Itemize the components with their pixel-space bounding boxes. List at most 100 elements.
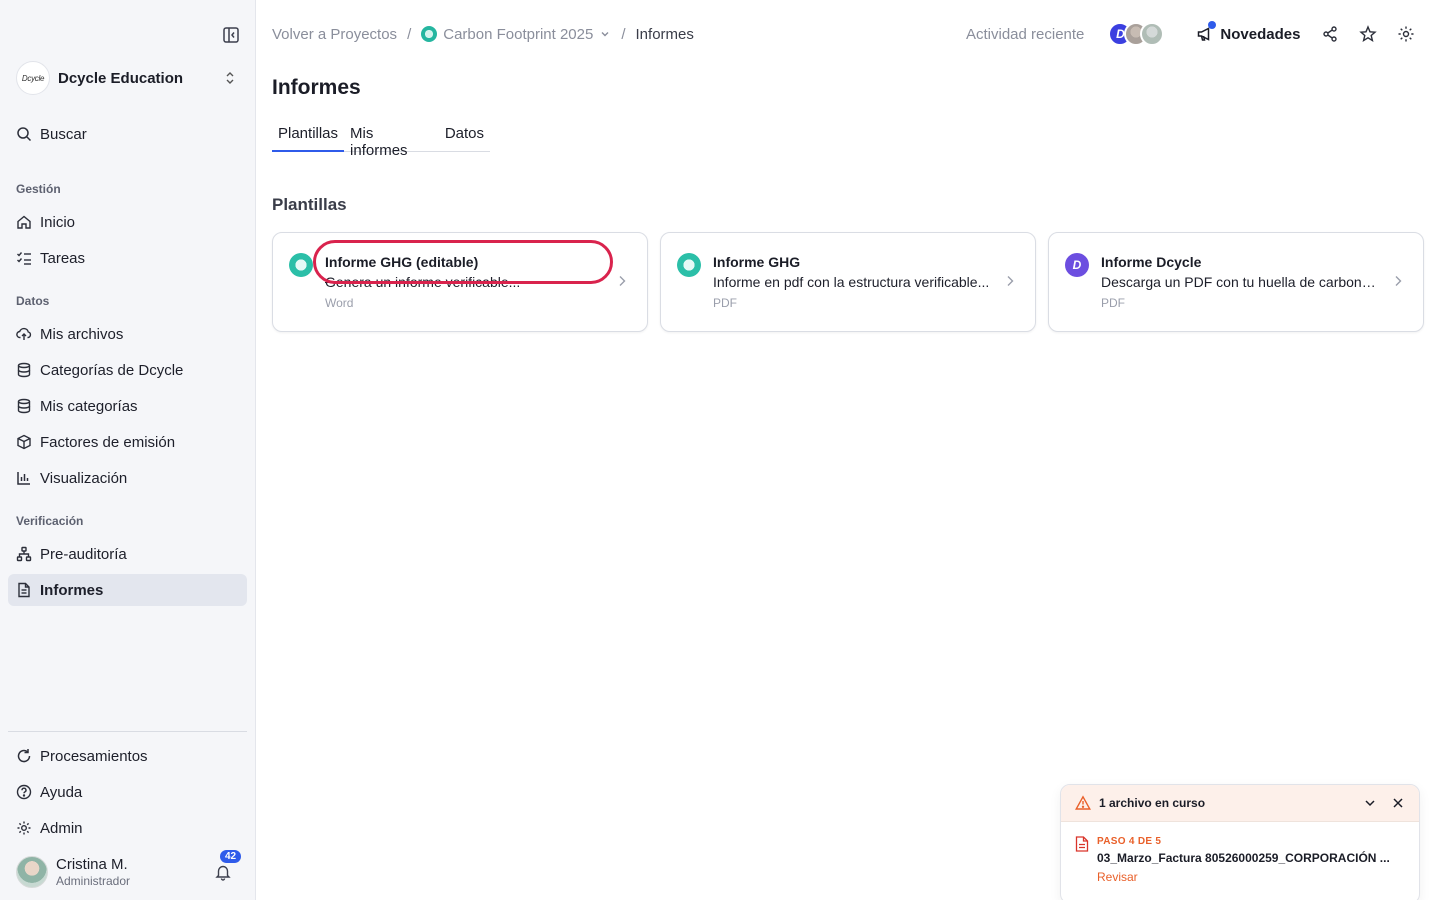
section-title: Plantillas xyxy=(272,195,347,214)
cube-icon xyxy=(17,434,31,450)
org-switcher[interactable]: Dcycle Dcycle Education xyxy=(16,60,244,96)
warning-icon xyxy=(1075,795,1091,810)
pdf-file-icon xyxy=(1075,836,1089,852)
dcycle-logo-icon: D xyxy=(1065,253,1089,277)
avatar xyxy=(1140,22,1165,46)
ghg-icon xyxy=(289,253,313,277)
sidebar-item-inicio[interactable]: Inicio xyxy=(8,206,247,238)
home-icon xyxy=(17,215,31,229)
sidebar-item-informes[interactable]: Informes xyxy=(8,574,247,606)
collapse-sidebar-icon[interactable] xyxy=(222,26,240,44)
chevron-down-icon[interactable] xyxy=(599,28,611,40)
sidebar-item-categorias-dcycle[interactable]: Categorías de Dcycle xyxy=(8,354,247,386)
file-name: 03_Marzo_Factura 80526000259_CORPORACIÓN… xyxy=(1097,851,1390,865)
sidebar-item-search[interactable]: Buscar xyxy=(8,118,247,150)
chevron-right-icon xyxy=(1395,276,1402,286)
avatar xyxy=(16,856,48,888)
chevron-up-down-icon xyxy=(226,72,234,84)
news-button[interactable]: Novedades xyxy=(1196,21,1301,43)
toast-title: 1 archivo en curso xyxy=(1099,796,1206,810)
sidebar-item-label: Ayuda xyxy=(40,783,83,801)
sidebar-item-factores[interactable]: Factores de emisión xyxy=(8,426,247,458)
recent-activity-link[interactable]: Actividad reciente xyxy=(966,26,1084,43)
annotation-highlight xyxy=(313,240,613,284)
sidebar-item-visualizacion[interactable]: Visualización xyxy=(8,462,247,494)
breadcrumb-back-link[interactable]: Volver a Proyectos xyxy=(272,26,397,43)
toast-header: 1 archivo en curso xyxy=(1061,785,1419,822)
sidebar-item-mis-archivos[interactable]: Mis archivos xyxy=(8,318,247,350)
bar-chart-icon xyxy=(17,472,30,485)
toast-body: PASO 4 DE 5 03_Marzo_Factura 80526000259… xyxy=(1061,822,1419,900)
sidebar-item-label: Factores de emisión xyxy=(40,433,176,451)
sidebar-item-label: Informes xyxy=(40,581,104,599)
close-icon[interactable] xyxy=(1391,796,1405,810)
collaborator-avatars[interactable]: D xyxy=(1108,22,1165,46)
sidebar-item-preauditoria[interactable]: Pre-auditoría xyxy=(8,538,247,570)
card-type: PDF xyxy=(713,296,737,310)
sidebar-item-label: Admin xyxy=(40,819,83,837)
section-label-verificacion: Verificación xyxy=(16,514,84,528)
notifications-button[interactable]: 42 xyxy=(214,850,242,881)
search-icon xyxy=(17,127,32,142)
topbar-actions: Actividad reciente D Novedades xyxy=(966,20,1300,48)
tab-plantillas[interactable]: Plantillas xyxy=(272,122,345,152)
user-name: Cristina M. xyxy=(56,856,128,873)
tabs: Plantillas Mis informes Datos xyxy=(272,122,490,159)
news-label: Novedades xyxy=(1220,25,1301,43)
sidebar-item-label: Buscar xyxy=(40,125,87,143)
section-label-gestion: Gestión xyxy=(16,182,61,196)
sidebar-item-tareas[interactable]: Tareas xyxy=(8,242,247,274)
sidebar-item-label: Inicio xyxy=(40,213,76,231)
page-title: Informes xyxy=(272,76,361,99)
breadcrumb-separator: / xyxy=(407,25,412,43)
ghg-icon xyxy=(677,253,701,277)
notification-count-badge: 42 xyxy=(220,850,242,863)
tab-datos[interactable]: Datos xyxy=(439,122,490,152)
cloud-upload-icon xyxy=(16,327,32,340)
sidebar-item-ayuda[interactable]: Ayuda xyxy=(8,776,247,808)
chevron-down-icon[interactable] xyxy=(1363,796,1377,810)
user-role: Administrador xyxy=(56,874,131,888)
breadcrumb-current: Informes xyxy=(635,25,694,43)
project-icon xyxy=(421,26,438,42)
processing-step: PASO 4 DE 5 xyxy=(1097,836,1162,847)
org-name: Dcycle Education xyxy=(58,69,184,87)
document-icon xyxy=(18,582,30,598)
sidebar-item-procesamientos[interactable]: Procesamientos xyxy=(8,740,247,772)
star-icon[interactable] xyxy=(1359,25,1377,43)
breadcrumb-separator: / xyxy=(621,25,626,43)
card-title: Informe GHG xyxy=(713,254,801,270)
upload-progress-toast: 1 archivo en curso PASO 4 DE 5 03_Marzo_… xyxy=(1060,784,1420,900)
user-profile[interactable]: Cristina M. Administrador 42 xyxy=(16,850,244,889)
task-list-icon xyxy=(17,252,31,265)
card-description: Informe en pdf con la estructura verific… xyxy=(713,274,990,290)
card-type: PDF xyxy=(1101,296,1125,310)
sidebar-item-admin[interactable]: Admin xyxy=(8,812,247,844)
card-description: Descarga un PDF con tu huella de carbono… xyxy=(1101,274,1381,290)
chevron-right-icon xyxy=(1007,276,1014,286)
sidebar-item-label: Visualización xyxy=(40,469,128,487)
database-icon xyxy=(17,398,31,414)
breadcrumb-project[interactable]: Carbon Footprint 2025 xyxy=(443,26,593,43)
sidebar-item-mis-categorias[interactable]: Mis categorías xyxy=(8,390,247,422)
sidebar: Dcycle Dcycle Education Buscar Gestión I… xyxy=(0,0,256,900)
review-link[interactable]: Revisar xyxy=(1097,870,1138,884)
chevron-right-icon xyxy=(619,276,626,286)
settings-gear-icon[interactable] xyxy=(1397,25,1415,43)
template-card-dcycle[interactable]: D Informe Dcycle Descarga un PDF con tu … xyxy=(1048,232,1424,332)
share-icon[interactable] xyxy=(1321,25,1339,43)
sidebar-item-label: Tareas xyxy=(40,249,86,267)
card-type: Word xyxy=(325,296,354,310)
news-unread-dot xyxy=(1208,21,1217,29)
database-icon xyxy=(17,362,31,378)
sidebar-item-label: Procesamientos xyxy=(40,747,148,765)
sidebar-divider xyxy=(8,731,247,732)
sidebar-item-label: Mis categorías xyxy=(40,397,138,415)
refresh-icon xyxy=(17,749,31,763)
bell-icon xyxy=(215,865,231,881)
gear-icon xyxy=(17,821,31,835)
template-card-ghg[interactable]: Informe GHG Informe en pdf con la estruc… xyxy=(660,232,1036,332)
section-label-datos: Datos xyxy=(16,294,50,308)
sidebar-item-label: Mis archivos xyxy=(40,325,124,343)
tab-mis-informes[interactable]: Mis informes xyxy=(344,122,439,159)
